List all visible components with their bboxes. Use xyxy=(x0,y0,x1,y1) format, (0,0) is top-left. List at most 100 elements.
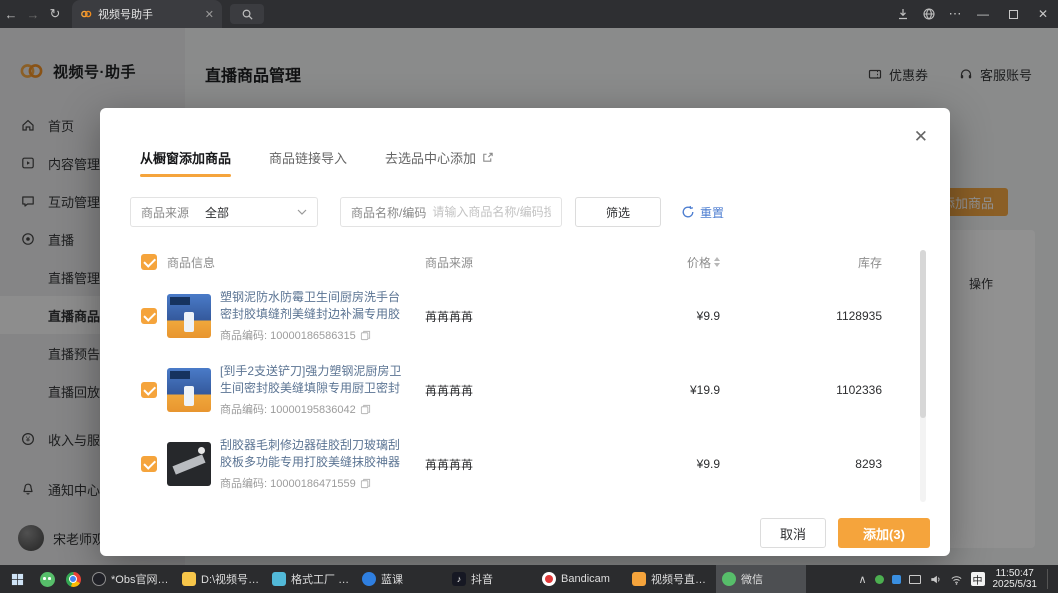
taskbar-app-lanke[interactable]: 蓝课 xyxy=(356,565,446,593)
search-field-label: 商品名称/编码 xyxy=(351,204,426,221)
taskbar-app-label: *Obs官网电脑... xyxy=(111,571,170,587)
search-icon xyxy=(241,8,254,21)
product-name-search-box: 商品名称/编码 xyxy=(340,197,562,227)
tab-import-by-link[interactable]: 商品链接导入 xyxy=(269,148,347,177)
tray-time: 11:50:47 xyxy=(993,568,1038,580)
taskbar-app-label: 蓝课 xyxy=(381,571,403,587)
taskbar-app-format-factory[interactable]: 格式工厂 X64 ... xyxy=(266,565,356,593)
minimize-button[interactable]: — xyxy=(968,0,998,28)
windows-taskbar: *Obs官网电脑... D:\视频号直播... 格式工厂 X64 ... 蓝课 … xyxy=(0,565,1058,593)
tray-date: 2025/5/31 xyxy=(993,579,1038,591)
tab-search-button[interactable] xyxy=(230,4,264,24)
copy-icon[interactable] xyxy=(360,478,371,489)
product-stock: 1102336 xyxy=(720,383,882,397)
system-tray: ∧ 中 11:50:47 2025/5/31 xyxy=(858,568,1058,591)
product-price: ¥19.9 xyxy=(655,383,720,397)
windows-logo-icon xyxy=(11,573,24,586)
row-checkbox[interactable] xyxy=(141,382,157,398)
product-price: ¥9.9 xyxy=(655,457,720,471)
back-icon[interactable]: ← xyxy=(0,7,22,22)
start-button[interactable] xyxy=(0,565,34,593)
wechat-icon xyxy=(40,572,55,587)
product-row: 刮胶器毛刺修边器硅胶刮刀玻璃刮胶板多功能专用打胶美缝抹胶神器 商品编码: 100… xyxy=(100,427,950,501)
select-all-checkbox[interactable] xyxy=(141,254,157,270)
chrome-icon xyxy=(66,572,81,587)
filter-button[interactable]: 筛选 xyxy=(575,197,661,227)
reset-label: 重置 xyxy=(700,204,724,221)
product-title-link[interactable]: [到手2支送铲刀]强力塑钢泥厨房卫生间密封胶美缝填隙专用厨卫密封胶150M... xyxy=(220,363,402,397)
modal-tabs: 从橱窗添加商品 商品链接导入 去选品中心添加 xyxy=(100,108,950,177)
tab-selection-center[interactable]: 去选品中心添加 xyxy=(385,148,494,177)
product-title-link[interactable]: 刮胶器毛刺修边器硅胶刮刀玻璃刮胶板多功能专用打胶美缝抹胶神器 xyxy=(220,437,402,471)
reset-button[interactable]: 重置 xyxy=(681,204,724,221)
taskbar-app-wechat[interactable]: 微信 xyxy=(716,565,806,593)
product-code: 商品编码: 10000186471559 xyxy=(220,475,356,491)
taskbar-app-live-companion[interactable]: 视频号直播伴侣 xyxy=(626,565,716,593)
wechat-quick-launch[interactable] xyxy=(34,565,60,593)
network-icon[interactable] xyxy=(950,573,963,586)
taskbar-app-folder[interactable]: D:\视频号直播... xyxy=(176,565,266,593)
browser-titlebar: ← → ↻ 视频号助手 ✕ ⋯ — ✕ xyxy=(0,0,1058,28)
tray-blue-app-icon[interactable] xyxy=(892,575,901,584)
column-header-info: 商品信息 xyxy=(167,254,425,271)
more-menu-icon[interactable]: ⋯ xyxy=(942,0,968,28)
download-icon[interactable] xyxy=(890,0,916,28)
format-factory-icon xyxy=(272,572,286,586)
speaker-icon[interactable] xyxy=(929,573,942,586)
refresh-icon[interactable]: ↻ xyxy=(44,6,66,22)
product-source: 苒苒苒苒 xyxy=(425,456,655,473)
row-checkbox[interactable] xyxy=(141,308,157,324)
taskbar-app-obs[interactable]: *Obs官网电脑... xyxy=(86,565,176,593)
browser-tab[interactable]: 视频号助手 ✕ xyxy=(72,0,222,28)
douyin-icon: ♪ xyxy=(452,572,466,586)
source-select-value: 全部 xyxy=(189,204,297,221)
obs-icon xyxy=(92,572,106,586)
maximize-button[interactable] xyxy=(998,0,1028,28)
copy-icon[interactable] xyxy=(360,330,371,341)
chrome-quick-launch[interactable] xyxy=(60,565,86,593)
tray-green-app-icon[interactable] xyxy=(875,575,884,584)
bandicam-icon xyxy=(542,572,556,586)
product-thumbnail xyxy=(167,294,211,338)
tray-monitor-icon[interactable] xyxy=(909,575,921,584)
product-code: 商品编码: 10000186586315 xyxy=(220,327,356,343)
tab-favicon-channels-logo-icon xyxy=(80,8,92,20)
taskbar-app-label: Bandicam xyxy=(561,573,610,585)
tab-add-from-showcase[interactable]: 从橱窗添加商品 xyxy=(140,148,231,177)
show-desktop-button[interactable] xyxy=(1047,569,1050,589)
maximize-icon xyxy=(1009,10,1018,19)
product-thumbnail xyxy=(167,442,211,486)
taskbar-app-label: 微信 xyxy=(741,571,763,587)
row-checkbox[interactable] xyxy=(141,456,157,472)
product-row: 塑钢泥防水防霉卫生间厨房洗手台密封胶填缝剂美缝封边补漏专用胶150ml... 商… xyxy=(100,279,950,353)
product-search-input[interactable] xyxy=(432,205,551,219)
table-header-row: 商品信息 商品来源 价格 库存 xyxy=(100,245,950,279)
taskbar-app-douyin[interactable]: ♪ 抖音 xyxy=(446,565,536,593)
tray-expand-icon[interactable]: ∧ xyxy=(858,573,866,586)
copy-icon[interactable] xyxy=(360,404,371,415)
tray-clock[interactable]: 11:50:47 2025/5/31 xyxy=(993,568,1038,591)
live-companion-icon xyxy=(632,572,646,586)
cancel-button[interactable]: 取消 xyxy=(760,518,826,548)
tab-close-icon[interactable]: ✕ xyxy=(205,8,214,21)
product-price: ¥9.9 xyxy=(655,309,720,323)
modal-scrollbar[interactable] xyxy=(920,250,926,502)
wechat-icon xyxy=(722,572,736,586)
lanke-icon xyxy=(362,572,376,586)
product-source-select[interactable]: 商品来源 全部 xyxy=(130,197,318,227)
globe-icon[interactable] xyxy=(916,0,942,28)
modal-close-icon[interactable]: ✕ xyxy=(914,128,928,145)
tab-label: 去选品中心添加 xyxy=(385,148,476,167)
taskbar-app-label: 格式工厂 X64 ... xyxy=(291,571,350,587)
column-header-stock: 库存 xyxy=(720,254,882,271)
column-header-price: 价格 xyxy=(655,254,720,271)
taskbar-app-bandicam[interactable]: Bandicam xyxy=(536,565,626,593)
close-window-button[interactable]: ✕ xyxy=(1028,0,1058,28)
ime-indicator[interactable]: 中 xyxy=(971,572,985,586)
filter-row: 商品来源 全部 商品名称/编码 筛选 重置 xyxy=(130,197,950,227)
forward-icon[interactable]: → xyxy=(22,7,44,22)
product-title-link[interactable]: 塑钢泥防水防霉卫生间厨房洗手台密封胶填缝剂美缝封边补漏专用胶150ml... xyxy=(220,289,402,323)
scrollbar-thumb[interactable] xyxy=(920,250,926,418)
confirm-add-button[interactable]: 添加(3) xyxy=(838,518,930,548)
external-link-icon xyxy=(481,151,494,164)
